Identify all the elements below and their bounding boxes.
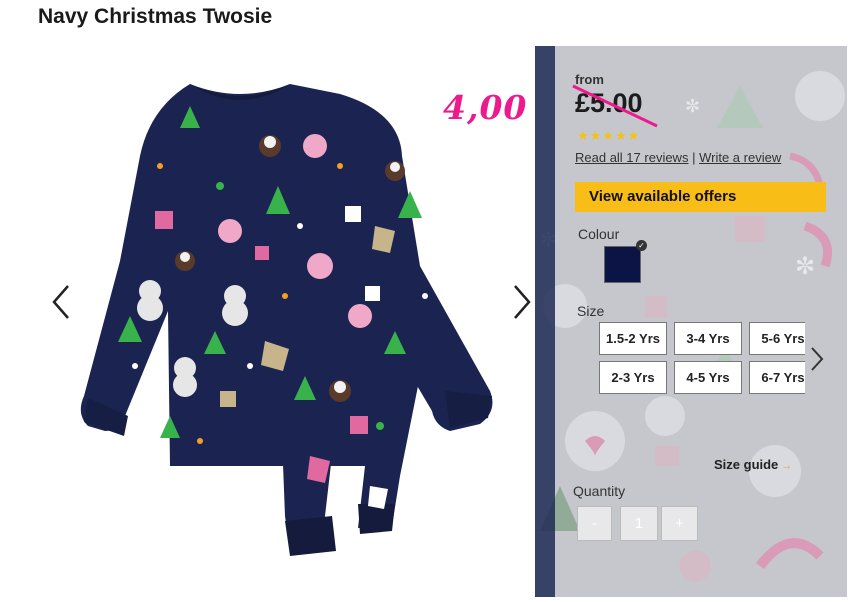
write-review-link[interactable]: Write a review (699, 150, 781, 165)
handwritten-price-note: 4,00 (443, 88, 528, 127)
size-option[interactable]: 3-4 Yrs (674, 322, 742, 355)
chevron-left-icon (52, 285, 69, 319)
checkmark-icon: ✓ (636, 240, 647, 251)
quantity-decrease-button[interactable]: - (577, 506, 612, 541)
size-options: 1.5-2 Yrs 3-4 Yrs 5-6 Yrs 2-3 Yrs 4-5 Yr… (599, 322, 805, 397)
panel-left-edge (535, 46, 555, 597)
chevron-right-icon (811, 347, 824, 371)
gallery-prev-button[interactable] (50, 282, 70, 322)
colour-swatch-navy[interactable] (604, 246, 641, 283)
review-separator: | (692, 150, 696, 165)
quantity-label: Quantity (573, 483, 626, 499)
size-option[interactable]: 6-7 Yrs (749, 361, 805, 394)
svg-text:✼: ✼ (795, 252, 815, 280)
read-reviews-link[interactable]: Read all 17 reviews (575, 150, 688, 165)
colour-label: Colour (578, 226, 620, 242)
size-guide-label: Size guide (714, 457, 779, 472)
quantity-input[interactable]: 1 (620, 506, 658, 541)
quantity-increase-button[interactable]: + (661, 506, 698, 541)
product-image (40, 46, 540, 597)
product-title: Navy Christmas Twosie (38, 5, 273, 28)
view-offers-button[interactable]: View available offers (575, 182, 826, 212)
size-option[interactable]: 5-6 Yrs (749, 322, 805, 355)
size-option[interactable]: 2-3 Yrs (599, 361, 667, 394)
size-next-button[interactable] (810, 346, 824, 377)
size-guide-link[interactable]: Size guide → (714, 457, 792, 472)
gallery-next-button[interactable] (513, 282, 533, 322)
size-label: Size (577, 303, 605, 319)
svg-text:✼: ✼ (685, 96, 700, 117)
reviews-row: Read all 17 reviews | Write a review (575, 150, 781, 165)
price-strikethrough-mark (572, 84, 658, 128)
rating-stars: ★★★★★ (577, 128, 641, 143)
arrow-right-icon: → (781, 460, 793, 472)
size-option[interactable]: 4-5 Yrs (674, 361, 742, 394)
chevron-right-icon (514, 285, 531, 319)
size-option[interactable]: 1.5-2 Yrs (599, 322, 667, 355)
